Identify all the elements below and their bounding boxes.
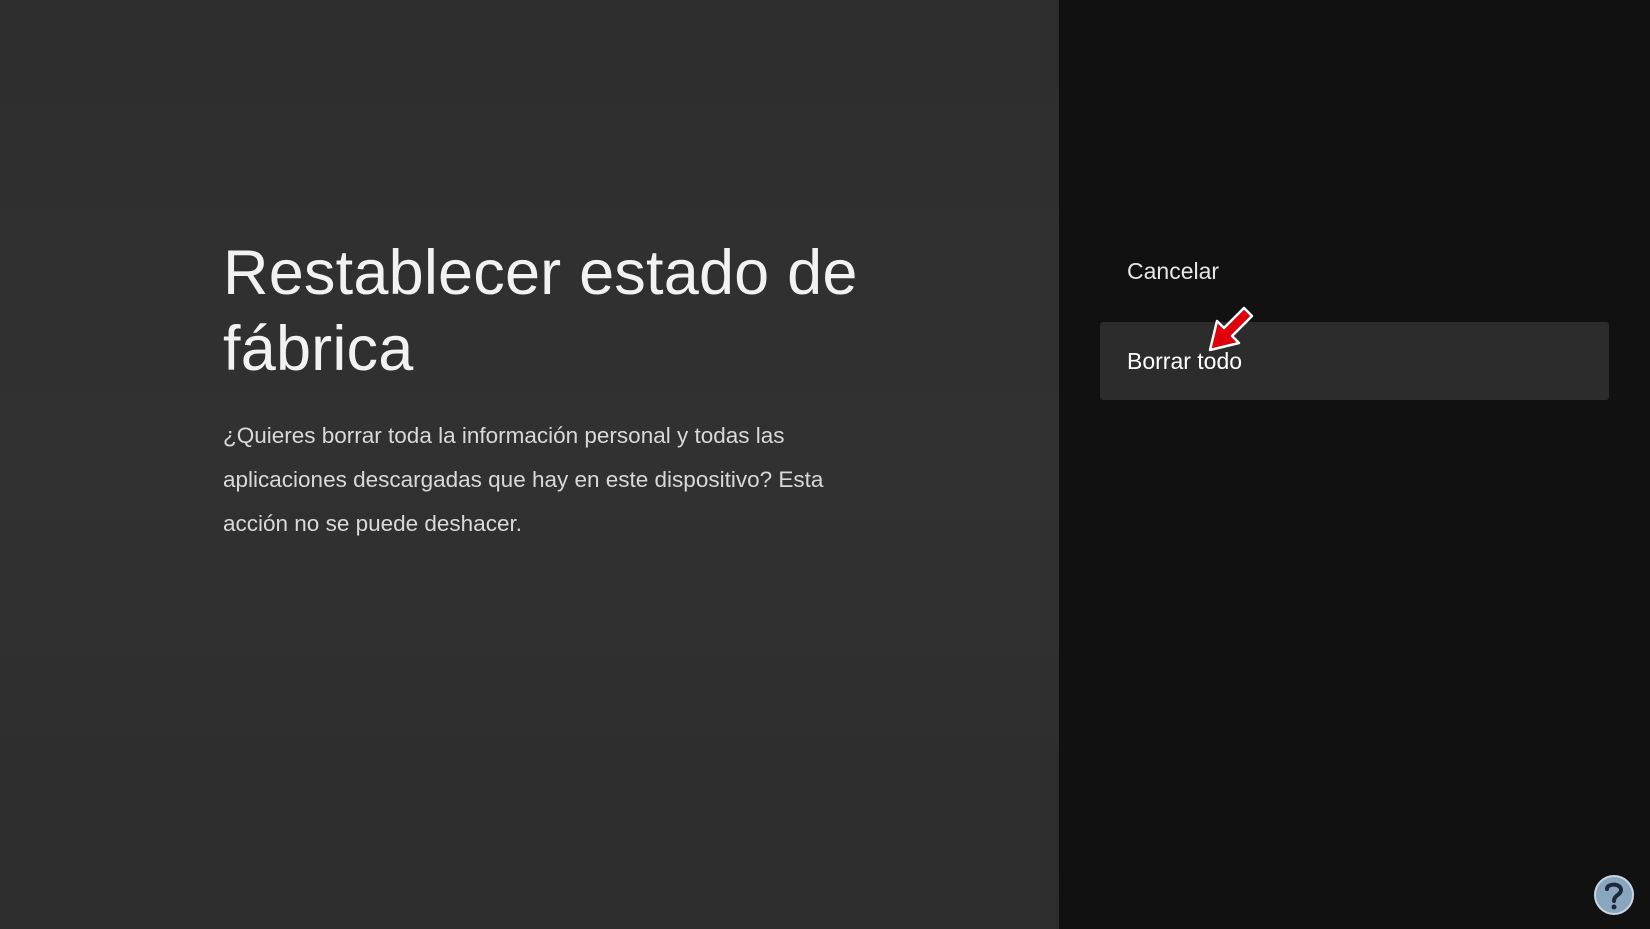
actions-panel bbox=[1059, 0, 1650, 929]
cancel-button[interactable]: Cancelar bbox=[1100, 232, 1609, 310]
factory-reset-screen: Restablecer estado de fábrica ¿Quieres b… bbox=[0, 0, 1650, 929]
page-title: Restablecer estado de fábrica bbox=[223, 238, 858, 384]
help-question-logo-icon bbox=[1594, 875, 1634, 915]
erase-all-button[interactable]: Borrar todo bbox=[1100, 322, 1609, 400]
dialog-info-panel: Restablecer estado de fábrica ¿Quieres b… bbox=[0, 0, 1059, 929]
red-pointer-arrow-icon bbox=[1208, 306, 1254, 352]
cancel-button-label: Cancelar bbox=[1127, 257, 1220, 284]
reset-description: ¿Quieres borrar toda la información pers… bbox=[223, 423, 824, 536]
